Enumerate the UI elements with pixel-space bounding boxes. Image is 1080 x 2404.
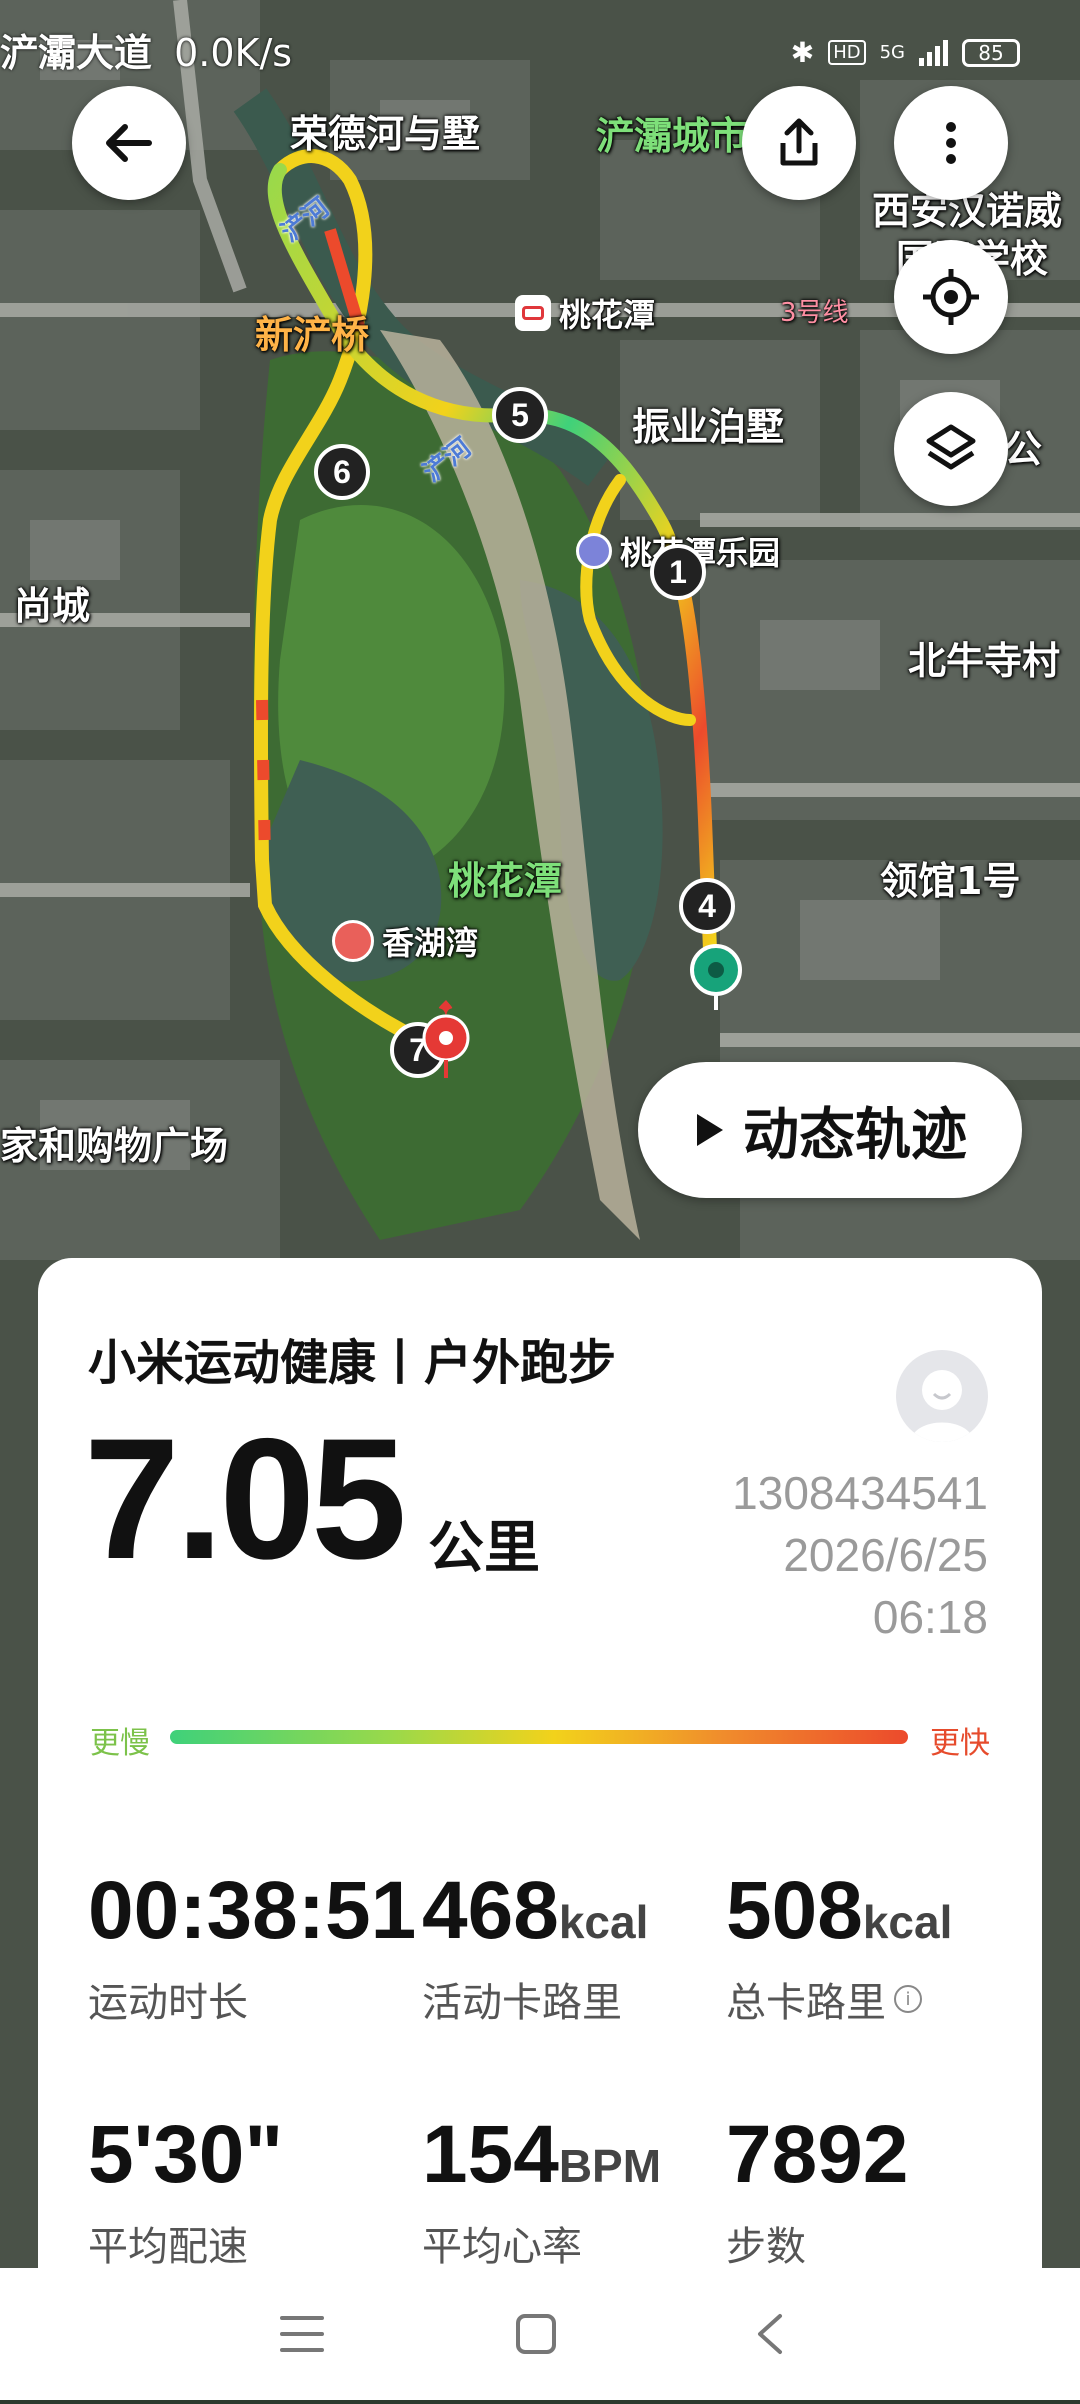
stat-steps-label: 步数 [726,2224,806,2270]
more-icon [946,122,956,164]
stat-avg-heart-rate-unit: BPM [558,2140,662,2192]
system-nav-bar [0,2268,1080,2400]
bluetooth-icon: ✱ [790,36,815,69]
status-left: 浐灞大道 0.0K/s [0,22,292,77]
stat-active-calories-value: 468 [422,1865,559,1956]
signal-icon [919,39,948,66]
home-icon [516,2314,556,2354]
dynamic-track-button[interactable]: 动态轨迹 [638,1062,1022,1198]
marker-1: 1 [650,544,706,600]
user-avatar-icon [910,1370,974,1442]
stat-duration-label: 运动时长 [88,1980,248,2026]
stat-total-calories: 508kcal 总卡路里 i [726,1870,952,2028]
marker-5-label: 5 [511,397,529,433]
stat-duration: 00:38:51 运动时长 [88,1870,416,2028]
stat-active-calories: 468kcal 活动卡路里 [422,1870,648,2028]
stat-duration-value: 00:38:51 [88,1865,417,1956]
locate-icon [923,269,979,325]
share-button[interactable] [742,86,856,200]
status-right: ✱ HD 5G 85 [791,36,1020,69]
marker-6-label: 6 [333,454,351,490]
distance-unit: 公里 [428,1516,540,1581]
stat-steps-value: 7892 [726,2109,909,2200]
avatar[interactable] [896,1350,988,1442]
back-button[interactable] [72,86,186,200]
marker-6: 6 [314,444,370,500]
user-id: 1308434541 [732,1467,988,1519]
dynamic-track-label: 动态轨迹 [743,1102,967,1168]
battery-level: 85 [978,40,1004,65]
signal-type: 5G [879,42,905,63]
marker-1-label: 1 [669,554,687,590]
pace-fast-label: 更快 [930,1726,990,1761]
stat-total-calories-value: 508 [726,1865,863,1956]
workout-summary-card: 小米运动健康丨户外跑步 7.05 公里 1308434541 2026/6/25… [38,1258,1042,2270]
menu-icon [280,2316,324,2352]
card-title: 小米运动健康丨户外跑步 [88,1335,617,1391]
distance-value: 7.05 [84,1403,407,1595]
battery-icon: 85 [962,38,1020,67]
marker-4-label: 4 [698,888,716,924]
stat-active-calories-unit: kcal [558,1896,649,1948]
workout-time: 06:18 [872,1591,988,1643]
stat-avg-pace-value: 5'30" [88,2109,284,2200]
layers-icon [926,424,976,470]
stat-avg-heart-rate-label: 平均心率 [422,2224,582,2270]
locate-button[interactable] [894,240,1008,354]
status-bar: 浐灞大道 0.0K/s ✱ HD 5G 85 [0,0,1080,110]
marker-5: 5 [492,387,548,443]
play-icon [697,1114,723,1146]
marker-4: 4 [679,878,735,934]
stat-active-calories-label: 活动卡路里 [422,1980,622,2026]
stat-steps: 7892 步数 [726,2114,908,2272]
pace-legend: 更慢 更快 [90,1718,990,1761]
stat-total-calories-label: 总卡路里 [726,1980,886,2026]
home-button[interactable] [506,2304,566,2364]
nav-back-button[interactable] [740,2304,800,2364]
stat-avg-pace-label: 平均配速 [88,2224,248,2270]
pace-gradient-bar [170,1730,908,1744]
layers-button[interactable] [894,392,1008,506]
arrow-left-icon [106,124,152,162]
info-icon[interactable]: i [894,1985,922,2013]
back-icon [758,2314,782,2354]
map-label-road: 浐灞大道 [0,31,153,75]
share-icon [780,118,818,166]
menu-button[interactable] [272,2304,332,2364]
network-speed: 0.0K/s [174,31,293,75]
pace-slow-label: 更慢 [90,1726,150,1761]
stat-avg-heart-rate-value: 154 [422,2109,559,2200]
workout-date: 2026/6/25 [783,1529,988,1581]
stat-avg-pace: 5'30" 平均配速 [88,2114,283,2272]
hd-indicator: HD [828,40,866,65]
more-button[interactable] [894,86,1008,200]
stat-avg-heart-rate: 154BPM 平均心率 [422,2114,661,2272]
start-marker-icon [690,944,742,1010]
stat-total-calories-unit: kcal [862,1896,953,1948]
